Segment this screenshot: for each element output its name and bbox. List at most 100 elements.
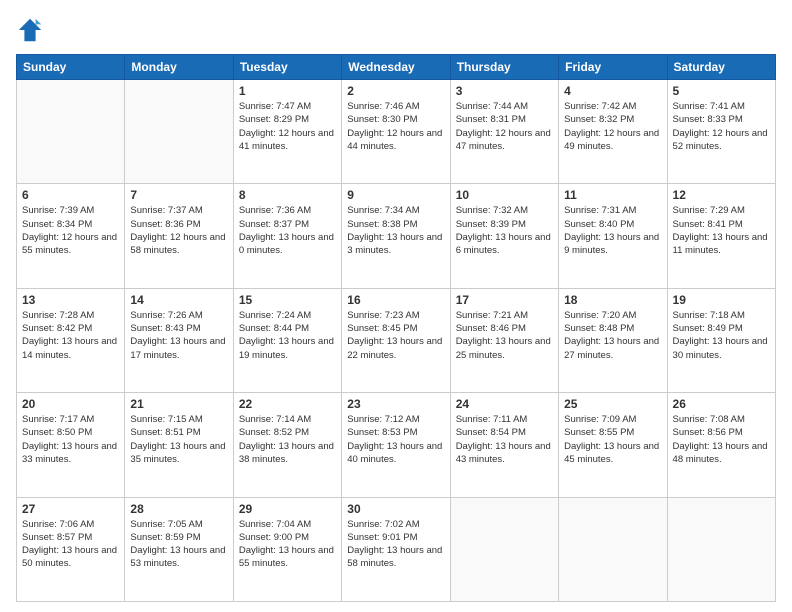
calendar-cell: 16 Sunrise: 7:23 AM Sunset: 8:45 PM Dayl…	[342, 288, 450, 392]
day-info: Sunrise: 7:41 AM Sunset: 8:33 PM Dayligh…	[673, 100, 770, 153]
day-number: 13	[22, 293, 119, 307]
daylight: Daylight: 13 hours and 0 minutes.	[239, 231, 336, 258]
calendar-cell: 12 Sunrise: 7:29 AM Sunset: 8:41 PM Dayl…	[667, 184, 775, 288]
logo	[16, 16, 50, 44]
daylight: Daylight: 13 hours and 48 minutes.	[673, 440, 770, 467]
calendar-table: SundayMondayTuesdayWednesdayThursdayFrid…	[16, 54, 776, 602]
header	[16, 16, 776, 44]
calendar-cell: 22 Sunrise: 7:14 AM Sunset: 8:52 PM Dayl…	[233, 393, 341, 497]
weekday-header: Sunday	[17, 55, 125, 80]
daylight: Daylight: 13 hours and 17 minutes.	[130, 335, 227, 362]
sunset: Sunset: 8:43 PM	[130, 322, 227, 335]
weekday-header-row: SundayMondayTuesdayWednesdayThursdayFrid…	[17, 55, 776, 80]
daylight: Daylight: 13 hours and 19 minutes.	[239, 335, 336, 362]
calendar-cell: 14 Sunrise: 7:26 AM Sunset: 8:43 PM Dayl…	[125, 288, 233, 392]
day-info: Sunrise: 7:24 AM Sunset: 8:44 PM Dayligh…	[239, 309, 336, 362]
calendar-cell: 29 Sunrise: 7:04 AM Sunset: 9:00 PM Dayl…	[233, 497, 341, 601]
day-info: Sunrise: 7:18 AM Sunset: 8:49 PM Dayligh…	[673, 309, 770, 362]
calendar-cell: 28 Sunrise: 7:05 AM Sunset: 8:59 PM Dayl…	[125, 497, 233, 601]
daylight: Daylight: 13 hours and 58 minutes.	[347, 544, 444, 571]
daylight: Daylight: 12 hours and 49 minutes.	[564, 127, 661, 154]
sunrise: Sunrise: 7:31 AM	[564, 204, 661, 217]
day-number: 25	[564, 397, 661, 411]
daylight: Daylight: 12 hours and 55 minutes.	[22, 231, 119, 258]
calendar-cell: 21 Sunrise: 7:15 AM Sunset: 8:51 PM Dayl…	[125, 393, 233, 497]
sunrise: Sunrise: 7:15 AM	[130, 413, 227, 426]
daylight: Daylight: 13 hours and 11 minutes.	[673, 231, 770, 258]
sunrise: Sunrise: 7:37 AM	[130, 204, 227, 217]
sunset: Sunset: 8:56 PM	[673, 426, 770, 439]
calendar-week-row: 1 Sunrise: 7:47 AM Sunset: 8:29 PM Dayli…	[17, 80, 776, 184]
calendar-cell	[450, 497, 558, 601]
day-number: 16	[347, 293, 444, 307]
day-number: 14	[130, 293, 227, 307]
page: SundayMondayTuesdayWednesdayThursdayFrid…	[0, 0, 792, 612]
sunrise: Sunrise: 7:17 AM	[22, 413, 119, 426]
day-info: Sunrise: 7:04 AM Sunset: 9:00 PM Dayligh…	[239, 518, 336, 571]
daylight: Daylight: 12 hours and 44 minutes.	[347, 127, 444, 154]
day-number: 1	[239, 84, 336, 98]
sunset: Sunset: 8:41 PM	[673, 218, 770, 231]
calendar-cell: 17 Sunrise: 7:21 AM Sunset: 8:46 PM Dayl…	[450, 288, 558, 392]
calendar-cell: 30 Sunrise: 7:02 AM Sunset: 9:01 PM Dayl…	[342, 497, 450, 601]
sunrise: Sunrise: 7:20 AM	[564, 309, 661, 322]
daylight: Daylight: 13 hours and 40 minutes.	[347, 440, 444, 467]
day-info: Sunrise: 7:36 AM Sunset: 8:37 PM Dayligh…	[239, 204, 336, 257]
calendar-cell: 2 Sunrise: 7:46 AM Sunset: 8:30 PM Dayli…	[342, 80, 450, 184]
sunrise: Sunrise: 7:47 AM	[239, 100, 336, 113]
day-info: Sunrise: 7:11 AM Sunset: 8:54 PM Dayligh…	[456, 413, 553, 466]
calendar-cell: 5 Sunrise: 7:41 AM Sunset: 8:33 PM Dayli…	[667, 80, 775, 184]
day-number: 6	[22, 188, 119, 202]
day-info: Sunrise: 7:34 AM Sunset: 8:38 PM Dayligh…	[347, 204, 444, 257]
weekday-header: Monday	[125, 55, 233, 80]
daylight: Daylight: 13 hours and 53 minutes.	[130, 544, 227, 571]
day-number: 28	[130, 502, 227, 516]
logo-icon	[16, 16, 44, 44]
sunrise: Sunrise: 7:23 AM	[347, 309, 444, 322]
daylight: Daylight: 13 hours and 9 minutes.	[564, 231, 661, 258]
sunrise: Sunrise: 7:04 AM	[239, 518, 336, 531]
sunrise: Sunrise: 7:12 AM	[347, 413, 444, 426]
sunset: Sunset: 9:01 PM	[347, 531, 444, 544]
calendar-cell: 24 Sunrise: 7:11 AM Sunset: 8:54 PM Dayl…	[450, 393, 558, 497]
sunrise: Sunrise: 7:24 AM	[239, 309, 336, 322]
day-number: 11	[564, 188, 661, 202]
sunrise: Sunrise: 7:42 AM	[564, 100, 661, 113]
daylight: Daylight: 13 hours and 55 minutes.	[239, 544, 336, 571]
sunset: Sunset: 8:49 PM	[673, 322, 770, 335]
day-number: 21	[130, 397, 227, 411]
calendar-cell: 1 Sunrise: 7:47 AM Sunset: 8:29 PM Dayli…	[233, 80, 341, 184]
calendar-week-row: 13 Sunrise: 7:28 AM Sunset: 8:42 PM Dayl…	[17, 288, 776, 392]
day-number: 7	[130, 188, 227, 202]
sunset: Sunset: 8:42 PM	[22, 322, 119, 335]
sunrise: Sunrise: 7:41 AM	[673, 100, 770, 113]
weekday-header: Saturday	[667, 55, 775, 80]
sunrise: Sunrise: 7:09 AM	[564, 413, 661, 426]
day-info: Sunrise: 7:39 AM Sunset: 8:34 PM Dayligh…	[22, 204, 119, 257]
calendar-cell: 11 Sunrise: 7:31 AM Sunset: 8:40 PM Dayl…	[559, 184, 667, 288]
day-info: Sunrise: 7:15 AM Sunset: 8:51 PM Dayligh…	[130, 413, 227, 466]
daylight: Daylight: 12 hours and 58 minutes.	[130, 231, 227, 258]
sunset: Sunset: 8:51 PM	[130, 426, 227, 439]
daylight: Daylight: 13 hours and 6 minutes.	[456, 231, 553, 258]
day-number: 3	[456, 84, 553, 98]
sunset: Sunset: 8:45 PM	[347, 322, 444, 335]
weekday-header: Thursday	[450, 55, 558, 80]
calendar-week-row: 20 Sunrise: 7:17 AM Sunset: 8:50 PM Dayl…	[17, 393, 776, 497]
day-number: 19	[673, 293, 770, 307]
day-number: 23	[347, 397, 444, 411]
sunrise: Sunrise: 7:02 AM	[347, 518, 444, 531]
sunset: Sunset: 8:31 PM	[456, 113, 553, 126]
sunset: Sunset: 8:52 PM	[239, 426, 336, 439]
sunset: Sunset: 8:34 PM	[22, 218, 119, 231]
sunrise: Sunrise: 7:29 AM	[673, 204, 770, 217]
day-number: 18	[564, 293, 661, 307]
day-info: Sunrise: 7:12 AM Sunset: 8:53 PM Dayligh…	[347, 413, 444, 466]
day-number: 2	[347, 84, 444, 98]
calendar-cell: 7 Sunrise: 7:37 AM Sunset: 8:36 PM Dayli…	[125, 184, 233, 288]
daylight: Daylight: 13 hours and 38 minutes.	[239, 440, 336, 467]
calendar-cell: 6 Sunrise: 7:39 AM Sunset: 8:34 PM Dayli…	[17, 184, 125, 288]
day-info: Sunrise: 7:09 AM Sunset: 8:55 PM Dayligh…	[564, 413, 661, 466]
calendar-cell: 25 Sunrise: 7:09 AM Sunset: 8:55 PM Dayl…	[559, 393, 667, 497]
calendar-cell	[17, 80, 125, 184]
